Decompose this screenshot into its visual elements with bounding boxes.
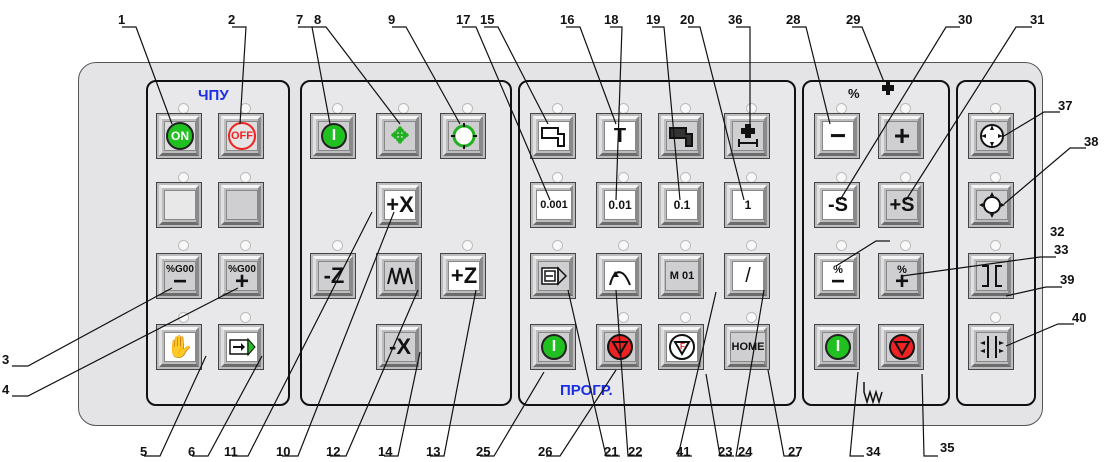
callout-20: 20: [680, 12, 695, 27]
callout-22: 22: [628, 444, 643, 459]
callout-25: 25: [476, 444, 491, 459]
callout-13: 13: [426, 444, 441, 459]
callout-33: 33: [1054, 242, 1069, 257]
callout-36: 36: [728, 12, 743, 27]
callout-27: 27: [788, 444, 803, 459]
callout-21: 21: [604, 444, 619, 459]
callout-8: 8: [314, 12, 322, 27]
callout-16: 16: [560, 12, 575, 27]
callout-40: 40: [1072, 310, 1087, 325]
callout-39: 39: [1060, 272, 1075, 287]
callout-23: 23: [718, 444, 733, 459]
callout-14: 14: [378, 444, 393, 459]
callout-24: 24: [738, 444, 753, 459]
callout-34: 34: [866, 444, 881, 459]
callout-11: 11: [224, 444, 238, 459]
callout-38: 38: [1084, 134, 1099, 149]
callout-26: 26: [538, 444, 553, 459]
callout-29: 29: [846, 12, 861, 27]
callout-leaders: [12, 26, 1086, 457]
callout-3: 3: [2, 352, 10, 367]
callout-12: 12: [326, 444, 341, 459]
callout-17: 17: [456, 12, 471, 27]
callout-35: 35: [940, 440, 955, 455]
callout-19: 19: [646, 12, 661, 27]
callout-18: 18: [604, 12, 619, 27]
callout-6: 6: [188, 444, 196, 459]
callout-15: 15: [480, 12, 495, 27]
callout-32: 32: [1050, 224, 1065, 239]
callout-37: 37: [1058, 98, 1073, 113]
callout-28: 28: [786, 12, 801, 27]
callout-10: 10: [276, 444, 291, 459]
callout-5: 5: [140, 444, 148, 459]
callout-31: 31: [1030, 12, 1045, 27]
callout-41: 41: [676, 444, 691, 459]
callout-7: 7: [296, 12, 304, 27]
callout-30: 30: [958, 12, 973, 27]
callout-4: 4: [2, 382, 10, 397]
callout-9: 9: [388, 12, 396, 27]
callout-2: 2: [228, 12, 236, 27]
callout-1: 1: [118, 12, 126, 27]
